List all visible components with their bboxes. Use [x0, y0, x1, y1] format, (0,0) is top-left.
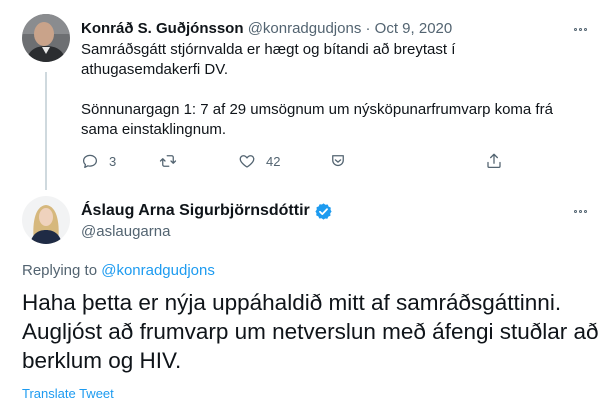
reply-count: 3 — [109, 153, 117, 169]
main-author-row: Áslaug Arna Sigurbjörnsdóttir — [81, 201, 333, 221]
replying-prefix: Replying to — [22, 262, 98, 279]
replying-to-link[interactable]: @konradgudjons — [101, 262, 215, 279]
reply-icon — [82, 154, 98, 169]
main-tweet-text: Haha þetta er nýja uppáhaldið mitt af sa… — [22, 290, 599, 373]
reply-button[interactable]: 3 — [81, 150, 116, 172]
bookmark-button[interactable] — [329, 150, 347, 172]
parent-tweet-actions: 3 42 — [81, 150, 511, 172]
retweet-icon — [159, 155, 177, 167]
heart-icon — [239, 155, 255, 168]
bookmark-icon — [332, 155, 344, 167]
parent-tweet-header: Konráð S. Guðjónsson @konradgudjons · Oc… — [81, 19, 452, 39]
share-button[interactable] — [485, 150, 503, 172]
like-count: 42 — [266, 153, 281, 169]
thread-connector-line — [45, 72, 47, 190]
share-icon — [487, 153, 501, 169]
parent-more-icon[interactable] — [569, 22, 591, 36]
main-avatar-image — [22, 196, 70, 244]
header-separator: · — [365, 20, 371, 37]
main-author-name[interactable]: Áslaug Arna Sigurbjörnsdóttir — [81, 201, 310, 221]
retweet-button[interactable] — [159, 150, 187, 172]
parent-tweet-body: Samráðsgátt stjórnvalda er hægt og bítan… — [81, 40, 561, 140]
translate-tweet-link[interactable]: Translate Tweet — [22, 386, 114, 402]
main-more-icon[interactable] — [569, 204, 591, 218]
replying-to-line: Replying to @konradgudjons — [22, 261, 215, 281]
parent-avatar-image — [22, 14, 70, 62]
parent-author-handle[interactable]: @konradgudjons — [248, 20, 362, 37]
like-button[interactable]: 42 — [238, 150, 280, 172]
parent-tweet-date[interactable]: Oct 9, 2020 — [375, 20, 453, 37]
main-avatar[interactable] — [22, 196, 70, 244]
main-author-handle[interactable]: @aslaugarna — [81, 222, 170, 242]
parent-author-name[interactable]: Konráð S. Guðjónsson — [81, 20, 244, 37]
verified-badge-icon — [315, 202, 332, 220]
parent-tweet-paragraph-1: Samráðsgátt stjórnvalda er hægt og bítan… — [81, 41, 456, 78]
parent-avatar[interactable] — [22, 14, 70, 62]
parent-tweet-paragraph-2: Sönnunargagn 1: 7 af 29 umsögnum um nýsk… — [81, 101, 553, 138]
